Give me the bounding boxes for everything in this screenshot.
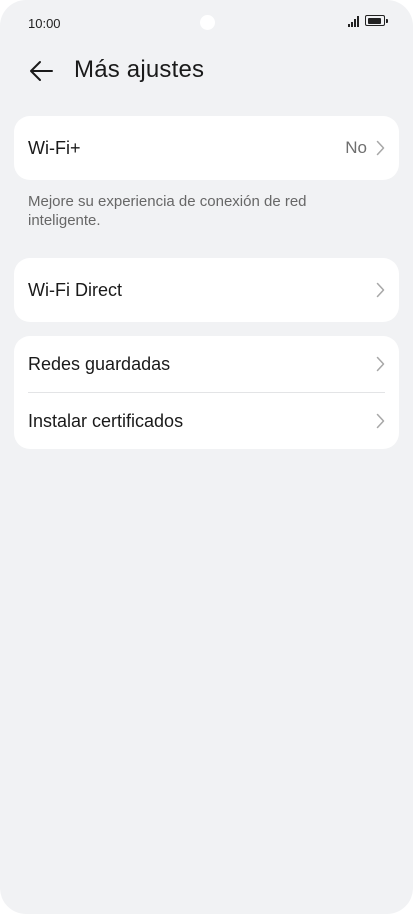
saved-networks-row[interactable]: Redes guardadas: [14, 336, 399, 392]
app-bar: Más ajustes: [0, 50, 413, 92]
install-certificates-label: Instalar certificados: [28, 410, 184, 431]
chevron-right-icon: [376, 140, 385, 156]
wifi-plus-row[interactable]: Wi-Fi+ No: [14, 116, 399, 180]
wifi-plus-value: No: [345, 138, 367, 157]
status-bar: 10:00: [0, 0, 413, 48]
chevron-right-icon: [376, 282, 385, 298]
chevron-right-icon: [376, 413, 385, 429]
wifi-direct-label: Wi-Fi Direct: [28, 279, 122, 300]
wifi-plus-description: Mejore su experiencia de conexión de red…: [28, 193, 307, 229]
wifi-plus-label: Wi-Fi+: [28, 137, 81, 158]
settings-screen: 10:00 Más ajustes Wi-Fi+ No Mejore su ex…: [0, 0, 413, 914]
page-title: Más ajustes: [74, 56, 205, 83]
status-icons: [348, 15, 388, 27]
camera-cutout: [200, 15, 215, 30]
signal-icon: [348, 15, 359, 27]
back-arrow-icon[interactable]: [28, 58, 54, 84]
wifi-plus-card: Wi-Fi+ No: [14, 116, 399, 180]
install-certificates-row[interactable]: Instalar certificados: [14, 393, 399, 449]
status-time: 10:00: [28, 16, 61, 31]
wifi-direct-row[interactable]: Wi-Fi Direct: [14, 258, 399, 322]
battery-icon: [365, 15, 388, 26]
wifi-direct-card: Wi-Fi Direct: [14, 258, 399, 322]
saved-networks-label: Redes guardadas: [28, 353, 171, 374]
chevron-right-icon: [376, 356, 385, 372]
network-options-card: Redes guardadas Instalar certificados: [14, 336, 399, 449]
